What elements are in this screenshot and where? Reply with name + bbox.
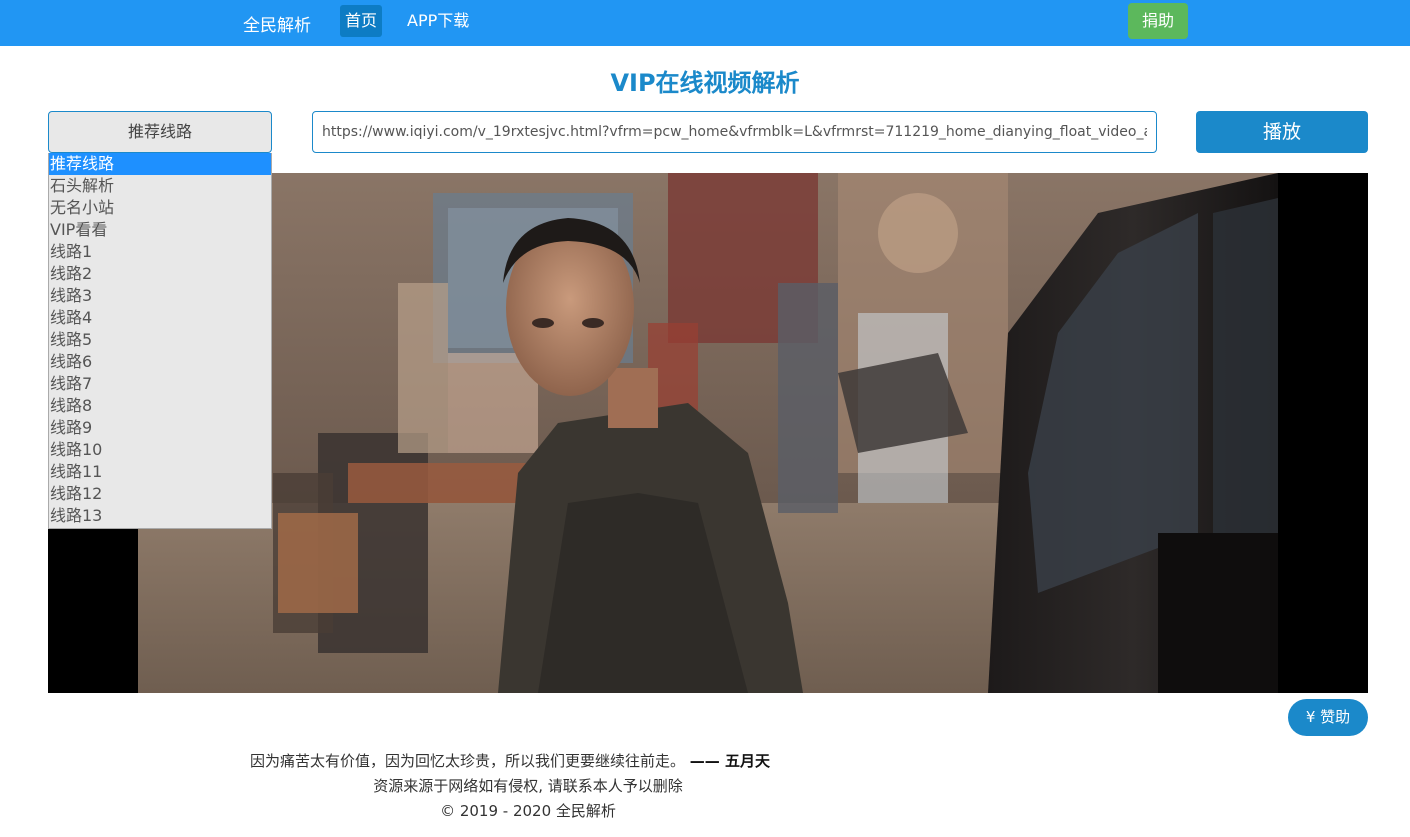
donate-button[interactable]: 捐助	[1128, 3, 1188, 39]
play-button[interactable]: 播放	[1196, 111, 1368, 153]
footer-copyright: © 2019 - 2020 全民解析	[440, 802, 616, 820]
route-option[interactable]: 线路11	[49, 461, 271, 483]
route-option[interactable]: 石头解析	[49, 175, 271, 197]
route-option[interactable]: 线路1	[49, 241, 271, 263]
route-option[interactable]: 线路13	[49, 505, 271, 527]
quote-author: —— 五月天	[689, 752, 771, 770]
route-select[interactable]: 推荐线路	[48, 111, 272, 153]
route-option[interactable]: 无名小站	[49, 197, 271, 219]
brand-link[interactable]: 全民解析	[243, 11, 311, 36]
quote-text: 因为痛苦太有价值，因为回忆太珍贵，所以我们更要继续往前走。	[250, 752, 686, 770]
route-option[interactable]: 线路3	[49, 285, 271, 307]
video-still-image	[138, 173, 1278, 693]
route-option[interactable]: 推荐线路	[49, 153, 271, 175]
route-option[interactable]: 线路8	[49, 395, 271, 417]
nav-app-download-link[interactable]: APP下载	[402, 5, 474, 37]
sponsor-button[interactable]: ¥ 赞助	[1288, 699, 1368, 736]
route-option[interactable]: 线路5	[49, 329, 271, 351]
top-navbar: 全民解析 首页 APP下载 捐助	[0, 0, 1410, 46]
nav-home-link[interactable]: 首页	[340, 5, 383, 37]
route-option[interactable]: 线路2	[49, 263, 271, 285]
route-option[interactable]: 线路12	[49, 483, 271, 505]
footer-disclaimer: 资源来源于网络如有侵权, 请联系本人予以删除	[373, 777, 683, 795]
footer-quote: 因为痛苦太有价值，因为回忆太珍贵，所以我们更要继续往前走。 —— 五月天	[250, 750, 770, 771]
route-option[interactable]: 线路10	[49, 439, 271, 461]
route-option[interactable]: 线路4	[49, 307, 271, 329]
route-dropdown-list: 推荐线路 石头解析 无名小站 VIP看看 线路1 线路2 线路3 线路4 线路5…	[48, 153, 272, 529]
route-option[interactable]: 线路9	[49, 417, 271, 439]
video-frame	[138, 173, 1278, 693]
page-title: VIP在线视频解析	[610, 69, 800, 97]
route-option[interactable]: 线路6	[49, 351, 271, 373]
route-option[interactable]: VIP看看	[49, 219, 271, 241]
route-option[interactable]: 线路7	[49, 373, 271, 395]
video-url-input[interactable]	[312, 111, 1157, 153]
